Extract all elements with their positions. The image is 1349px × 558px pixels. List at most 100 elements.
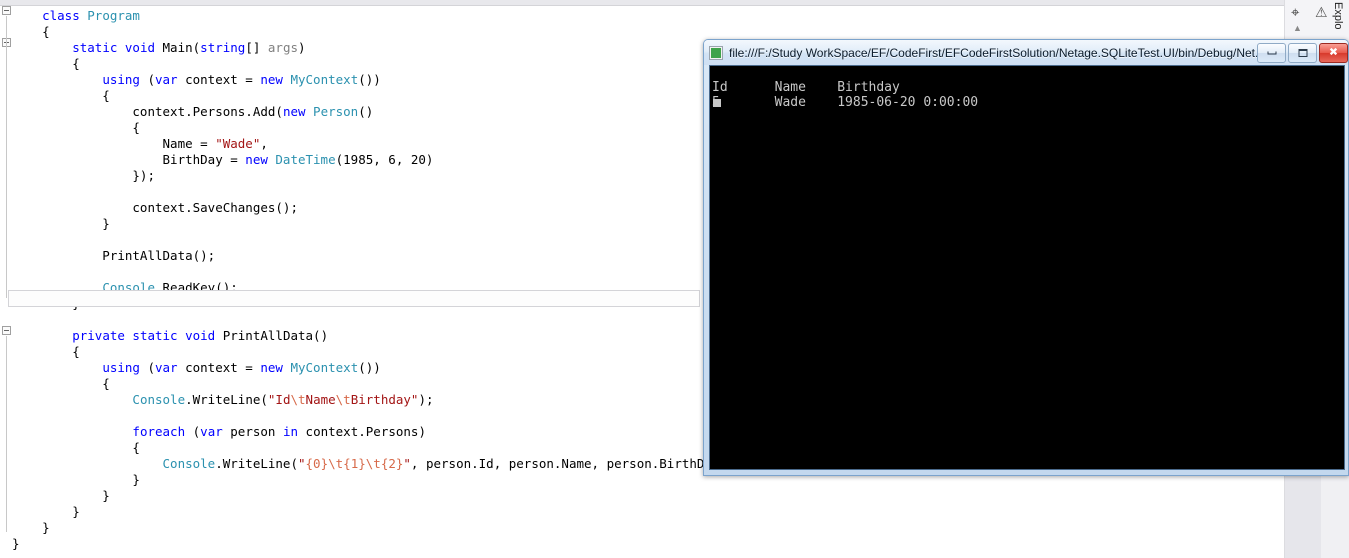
code-token: {	[12, 440, 140, 455]
code-token: Console	[162, 456, 216, 471]
code-token: person	[222, 424, 283, 439]
code-token: new	[282, 104, 314, 119]
code-line: Console.WriteLine("Id\tName\tBirthday");	[12, 392, 433, 408]
code-token: "	[403, 456, 411, 471]
fold-guide-line	[6, 48, 7, 292]
code-line: using (var context = new MyContext())	[12, 72, 381, 88]
code-line: {	[12, 344, 80, 360]
code-line: {	[12, 56, 80, 72]
code-line: context.Persons.Add(new Person()	[12, 104, 373, 120]
code-line: foreach (var person in context.Persons)	[12, 424, 426, 440]
code-token: DateTime	[275, 152, 336, 167]
code-token: , person.Id, person.Name, person.BirthDa…	[410, 456, 735, 471]
console-titlebar[interactable]: file:///F:/Study WorkSpace/EF/CodeFirst/…	[704, 40, 1348, 65]
code-token: ()	[358, 104, 374, 119]
code-token: .WriteLine(	[185, 392, 268, 407]
code-token: ,	[260, 136, 268, 151]
code-token: private static void	[72, 328, 223, 343]
code-token: class	[42, 8, 88, 23]
code-token: (	[147, 72, 155, 87]
code-line: static void Main(string[] args)	[12, 40, 306, 56]
code-token: string	[200, 40, 246, 55]
code-token: static void	[72, 40, 163, 55]
code-token: {1}	[343, 456, 366, 471]
scroll-up-arrow-icon[interactable]: ▲	[1293, 24, 1302, 33]
code-token: Main(	[162, 40, 201, 55]
code-token: {	[12, 344, 80, 359]
code-token: }	[12, 504, 80, 519]
warning-triangle-icon[interactable]: ⚠	[1315, 5, 1328, 19]
code-token: new	[260, 360, 291, 375]
fold-toggle-icon[interactable]	[2, 326, 11, 335]
code-line: PrintAllData();	[12, 248, 215, 264]
code-token: {	[12, 24, 50, 39]
code-token: Name =	[12, 136, 216, 151]
code-token: {	[12, 56, 80, 71]
code-token: \t	[335, 392, 351, 407]
code-token: {	[12, 120, 140, 135]
code-token: PrintAllData()	[222, 328, 329, 343]
code-token: ())	[358, 360, 381, 375]
code-token: using	[102, 72, 148, 87]
code-token: MyContext	[290, 72, 359, 87]
code-line: }	[12, 504, 80, 520]
code-token: \t	[328, 456, 344, 471]
minimize-icon	[1267, 51, 1276, 54]
code-line: context.SaveChanges();	[12, 200, 298, 216]
minimize-button[interactable]	[1257, 42, 1286, 63]
code-line: {	[12, 24, 50, 40]
close-icon: ✖	[1328, 46, 1339, 58]
console-window[interactable]: file:///F:/Study WorkSpace/EF/CodeFirst/…	[703, 39, 1349, 476]
code-token: new	[260, 72, 291, 87]
code-line: }	[12, 216, 110, 232]
maximize-icon	[1298, 48, 1307, 57]
code-token: Name	[305, 392, 336, 407]
code-token: (	[147, 360, 155, 375]
code-line: {	[12, 120, 140, 136]
code-line: BirthDay = new DateTime(1985, 6, 20)	[12, 152, 434, 168]
code-editor-surface[interactable]: class Program { static void Main(string[…	[0, 5, 735, 558]
maximize-button[interactable]	[1288, 42, 1317, 63]
code-token: var	[200, 424, 223, 439]
fold-guide-line	[6, 336, 7, 532]
code-line: Name = "Wade",	[12, 136, 268, 152]
code-token: []	[245, 40, 268, 55]
console-app-icon	[709, 45, 723, 60]
code-token: )	[298, 40, 306, 55]
code-token: }	[12, 488, 110, 503]
code-line: {	[12, 440, 140, 456]
code-token: using	[102, 360, 148, 375]
code-token: ())	[358, 72, 381, 87]
code-token: PrintAllData();	[12, 248, 216, 263]
split-window-icon[interactable]: ⌖	[1291, 5, 1299, 20]
code-token: {	[12, 376, 110, 391]
code-token: Birthday"	[350, 392, 419, 407]
code-line: class Program	[12, 8, 140, 24]
code-line: });	[12, 168, 155, 184]
code-token: "Id	[267, 392, 291, 407]
code-line: }	[12, 488, 110, 504]
close-button[interactable]: ✖	[1319, 42, 1348, 63]
code-token: context.SaveChanges();	[12, 200, 298, 215]
current-line-highlight	[8, 290, 700, 307]
console-output-area[interactable]: Id Name Birthday 5 Wade 1985-06-20 0:00:…	[709, 65, 1345, 470]
tab-solution-explorer[interactable]: Explo	[1332, 2, 1344, 30]
code-token: BirthDay =	[12, 152, 246, 167]
code-token: }	[12, 216, 110, 231]
code-token: args	[267, 40, 299, 55]
fold-toggle-icon[interactable]	[2, 6, 11, 15]
code-token: in	[282, 424, 299, 439]
code-token: \t	[290, 392, 306, 407]
code-line: }	[12, 520, 50, 536]
code-line: {	[12, 88, 110, 104]
code-token: "Wade"	[215, 136, 261, 151]
code-token: });	[12, 168, 155, 183]
code-token: var	[155, 360, 178, 375]
code-line: private static void PrintAllData()	[12, 328, 328, 344]
console-window-title: file:///F:/Study WorkSpace/EF/CodeFirst/…	[729, 45, 1257, 60]
